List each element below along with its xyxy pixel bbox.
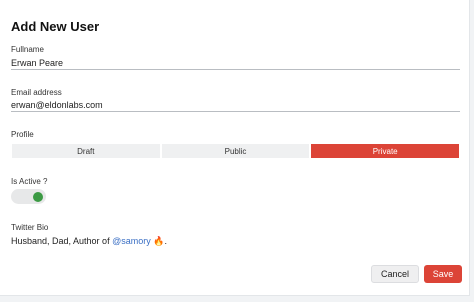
- save-button[interactable]: Save: [424, 265, 462, 283]
- profile-option-public[interactable]: Public: [160, 143, 311, 159]
- email-input[interactable]: [11, 98, 460, 112]
- fullname-input[interactable]: [11, 56, 460, 70]
- toggle-knob: [33, 191, 43, 202]
- bio-text-before: Husband, Dad, Author of: [11, 236, 113, 246]
- active-label: Is Active ?: [11, 177, 48, 186]
- add-user-card: Add New User Fullname Email address Prof…: [0, 0, 470, 296]
- bio-label: Twitter Bio: [11, 223, 49, 232]
- profile-option-draft[interactable]: Draft: [11, 143, 161, 159]
- profile-segmented-control: Draft Public Private: [11, 143, 461, 159]
- active-toggle[interactable]: [11, 189, 46, 204]
- cancel-button[interactable]: Cancel: [371, 265, 419, 283]
- fire-emoji-icon: 🔥: [153, 236, 165, 246]
- form-title: Add New User: [11, 19, 100, 34]
- email-label: Email address: [11, 88, 62, 97]
- profile-label: Profile: [11, 130, 34, 139]
- bio-text[interactable]: Husband, Dad, Author of @samory 🔥.: [11, 236, 167, 247]
- fullname-label: Fullname: [11, 45, 44, 54]
- bio-text-after: .: [164, 236, 167, 246]
- bio-mention-link[interactable]: @samory: [112, 236, 151, 246]
- profile-option-private[interactable]: Private: [310, 143, 461, 159]
